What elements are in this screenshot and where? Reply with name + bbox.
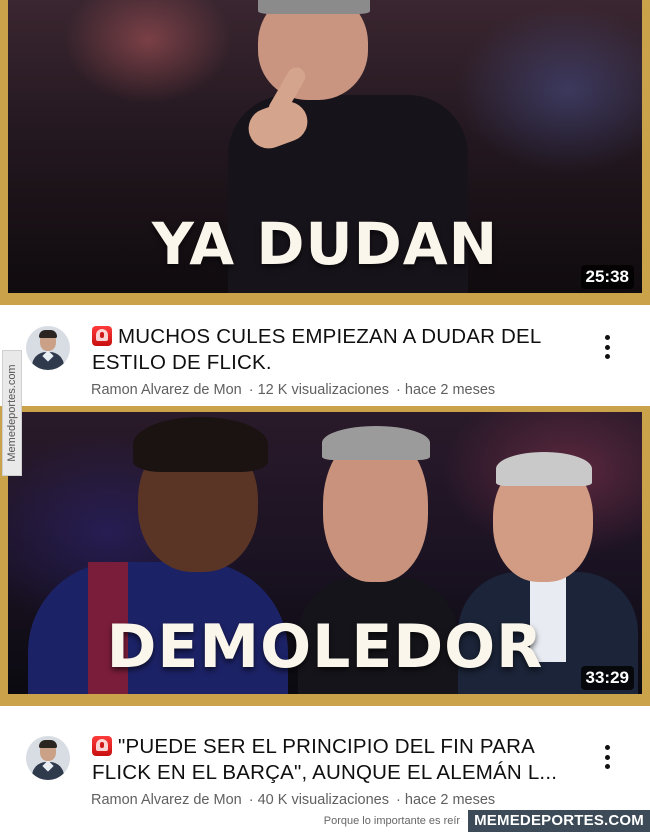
- video-title-text: "PUEDE SER EL PRINCIPIO DEL FIN PARA FLI…: [92, 735, 558, 784]
- video-title-2[interactable]: "PUEDE SER EL PRINCIPIO DEL FIN PARA FLI…: [92, 734, 572, 786]
- video-meta-1: Ramon Alvarez de Mon · 12 K visualizacio…: [91, 382, 498, 398]
- video-info-1: MUCHOS CULES EMPIEZAN A DUDAR DEL ESTILO…: [0, 312, 650, 402]
- thumbnail-title: DEMOLEDOR: [106, 612, 544, 682]
- video-title-text: MUCHOS CULES EMPIEZAN A DUDAR DEL ESTILO…: [92, 325, 541, 374]
- video-thumbnail-1[interactable]: YA DUDAN 25:38: [0, 0, 650, 305]
- side-watermark: Memedeportes.com: [2, 350, 22, 476]
- channel-avatar[interactable]: [26, 736, 70, 780]
- video-meta-2: Ramon Alvarez de Mon · 40 K visualizacio…: [91, 792, 498, 808]
- more-options-icon[interactable]: [596, 332, 618, 362]
- thumbnail-title: YA DUDAN: [151, 210, 499, 278]
- footer-watermark: Porque lo importante es reír MEMEDEPORTE…: [317, 810, 650, 832]
- video-info-2: "PUEDE SER EL PRINCIPIO DEL FIN PARA FLI…: [0, 722, 650, 812]
- watermark-tagline: Porque lo importante es reír: [323, 815, 461, 827]
- alert-siren-icon: [92, 736, 112, 756]
- alert-siren-icon: [92, 326, 112, 346]
- channel-name[interactable]: Ramon Alvarez de Mon: [91, 792, 242, 808]
- watermark-brand: MEMEDEPORTES.COM: [468, 810, 650, 832]
- duration-badge: 25:38: [580, 265, 634, 289]
- upload-age: · hace 2 meses: [396, 792, 496, 808]
- upload-age: · hace 2 meses: [396, 382, 496, 398]
- video-title-1[interactable]: MUCHOS CULES EMPIEZAN A DUDAR DEL ESTILO…: [92, 324, 572, 376]
- view-count: · 40 K visualizaciones: [248, 792, 389, 808]
- channel-avatar[interactable]: [26, 326, 70, 370]
- view-count: · 12 K visualizaciones: [248, 382, 389, 398]
- side-watermark-text: Memedeportes.com: [6, 364, 18, 462]
- channel-name[interactable]: Ramon Alvarez de Mon: [91, 382, 242, 398]
- more-options-icon[interactable]: [596, 742, 618, 772]
